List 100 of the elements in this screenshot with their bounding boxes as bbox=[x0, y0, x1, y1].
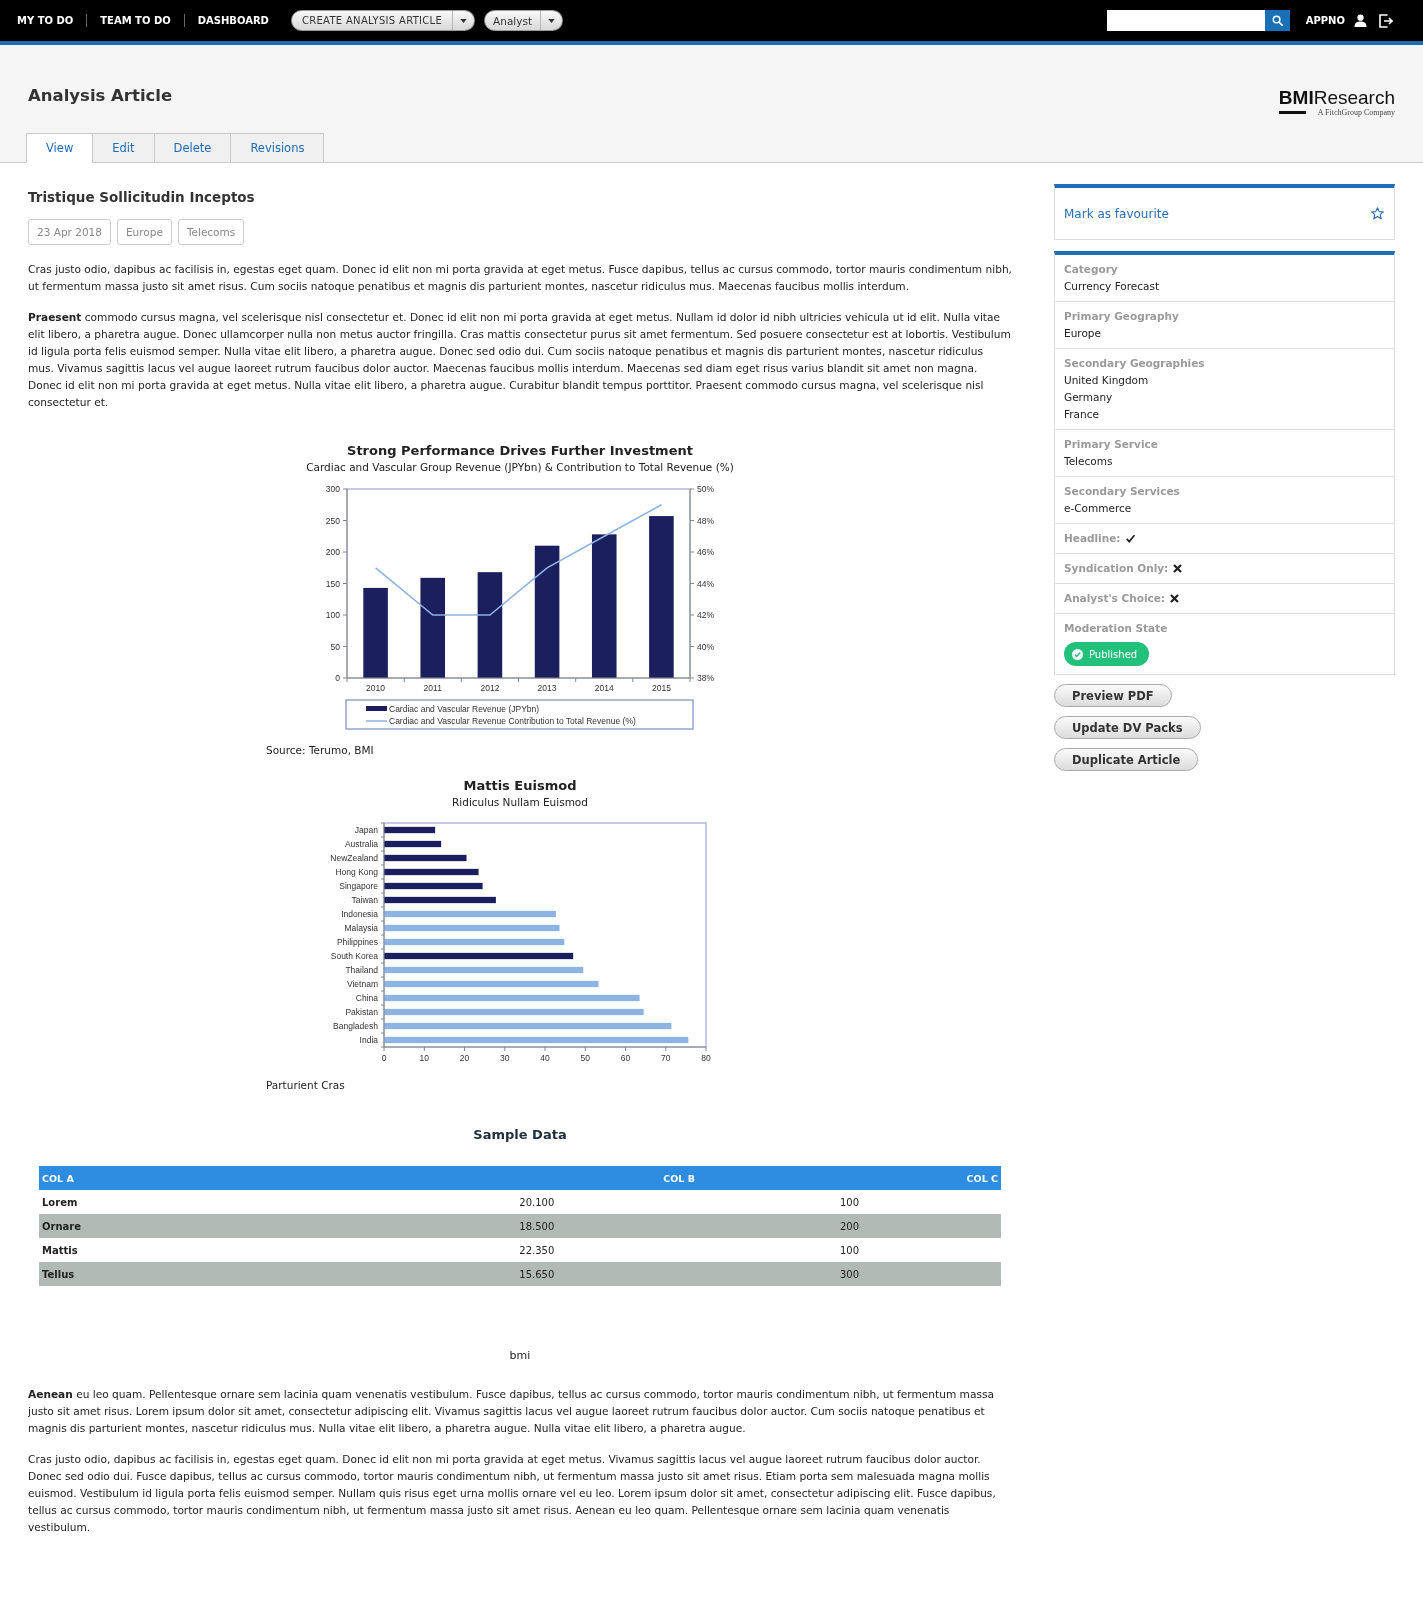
search-field[interactable] bbox=[1106, 10, 1265, 31]
tag: 23 Apr 2018 bbox=[28, 219, 111, 245]
axis-label: Philippines bbox=[336, 937, 378, 947]
axis-label: 2013 bbox=[537, 683, 557, 693]
nav-link[interactable]: DASHBOARD bbox=[184, 13, 282, 28]
axis-label: Pakistan bbox=[345, 1007, 378, 1017]
axis-label: 50% bbox=[697, 484, 714, 494]
nav-link[interactable]: MY TO DO bbox=[4, 13, 87, 28]
logo-tagline: A FitchGroup Company bbox=[1317, 107, 1395, 118]
axis-label: Australia bbox=[344, 839, 378, 849]
axis-label: 2015 bbox=[651, 683, 671, 693]
tab[interactable]: Edit bbox=[92, 133, 155, 163]
axis-label: NewZealand bbox=[330, 853, 378, 863]
table-cell: 100 bbox=[697, 1238, 1001, 1262]
detail-label: Headline: bbox=[1064, 531, 1121, 546]
column-header: COL B bbox=[375, 1166, 698, 1190]
axis-label: South Korea bbox=[330, 951, 378, 961]
legend-label: Cardiac and Vascular Revenue Contribution to Total Revenue (%) bbox=[389, 716, 636, 726]
axis-label: Taiwan bbox=[351, 895, 378, 905]
paragraph: Praesent commodo cursus magna, vel scelerisque nisl consectetur et. Donec id elit non mi porta gravida at eget metus. Nullam id dolor id nibh ultricies vehicula ut id elit. Nulla vitae elit libero, a pharetra augue. Donec ullamcorper nulla non metus auctor fringilla. Cras mattis consectetur purus sit amet fermentum. Sed posuere consectetur est at lobortis. Vestibulum id ligula porta felis euismod semper. Nulla vitae elit libero, a pharetra augue. Donec sed odio dui. Cum sociis natoque penatibus et magnis dis parturient montes, nascetur ridiculus mus. Vivamus sagittis lacus vel augue laoreet rutrum faucibus dolor auctor. Maecenas faucibus mollis interdum. Maecenas sed diam eget risus varius blandit sit amet non magna. Donec id elit non mi porta gravida at eget metus. Nulla vitae elit libero, a pharetra augue. Curabitur blandit tempus porttitor. Praesent commodo cursus magna, vel scelerisque nisl consectetur et. bbox=[28, 310, 1012, 410]
action-button[interactable]: Preview PDF bbox=[1054, 684, 1172, 707]
axis-label: 300 bbox=[325, 484, 340, 494]
tag: Europe bbox=[116, 219, 172, 245]
table-cell: Tellus bbox=[39, 1262, 376, 1286]
axis-label: 48% bbox=[697, 515, 714, 526]
nav-link[interactable]: TEAM TO DO bbox=[87, 13, 184, 28]
chart-title: Strong Performance Drives Further Investment bbox=[347, 442, 693, 459]
axis-label: China bbox=[355, 993, 378, 1003]
search-icon bbox=[1271, 15, 1283, 26]
table-cell: Mattis bbox=[39, 1238, 376, 1262]
role-button[interactable]: Analyst bbox=[484, 10, 542, 31]
table-cell: 15.650 bbox=[375, 1262, 698, 1286]
tab[interactable]: Revisions bbox=[230, 133, 325, 163]
paragraph: Cras justo odio, dapibus ac facilisis in, egestas eget quam. Donec id elit non mi porta gravida at eget metus. Vivamus sagittis lacus vel augue laoreet rutrum faucibus dolor auctor. Donec sed odio dui. Fusce dapibus, tellus ac cursus commodo, tortor mauris condimentum nibh, ut fermentum massa justo sit amet risus. Etiam porta sem malesuada magna mollis euismod. Vestibulum id ligula porta felis euismod semper. Nullam quis risus eget urna mollis ornare vel eu leo. Lorem ipsum dolor sit amet, consectetur adipiscing elit. Fusce dapibus, tellus ac cursus commodo, tortor mauris condimentum nibh, ut fermentum massa justo sit amet risus. Aenean eu leo quam. Pellentesque ornare sem lacinia quam venenatis vestibulum. bbox=[28, 1452, 997, 1535]
axis-label: 80 bbox=[701, 1053, 711, 1063]
axis-label: 60 bbox=[620, 1053, 631, 1063]
axis-label: Vietnam bbox=[346, 979, 378, 989]
table-cell: 20.100 bbox=[375, 1190, 698, 1214]
detail-label: Primary Geography bbox=[1064, 309, 1180, 324]
username: APPNO bbox=[1305, 15, 1345, 26]
table-cell: 18.500 bbox=[375, 1214, 698, 1238]
table-cell: Ornare bbox=[39, 1214, 376, 1238]
detail-label: Analyst's Choice: bbox=[1064, 591, 1166, 606]
column-header: COL C bbox=[697, 1166, 1001, 1190]
detail-value: France bbox=[1064, 407, 1100, 422]
axis-label: 200 bbox=[325, 547, 340, 557]
axis-label: 46% bbox=[697, 547, 714, 557]
detail-value: Currency Forecast bbox=[1064, 279, 1161, 294]
detail-value: United Kingdom bbox=[1064, 373, 1150, 388]
favourite-link[interactable]: Mark as favourite bbox=[1064, 206, 1169, 221]
paragraph: Cras justo odio, dapibus ac facilisis in, egestas eget quam. Donec id elit non mi porta gravida at eget metus. Fusce dapibus, tellus ac cursus commodo, tortor mauris condimentum nibh, ut fermentum massa justo sit amet risus. Cum sociis natoque penatibus et magnis dis parturient montes, nascetur ridiculus mus. Maecenas faucibus mollis interdum. bbox=[28, 262, 1012, 294]
axis-label: 250 bbox=[325, 515, 340, 526]
star-icon[interactable] bbox=[1371, 207, 1384, 220]
tag: Telecoms bbox=[177, 219, 245, 245]
search-button[interactable] bbox=[1264, 10, 1290, 31]
logout-icon[interactable] bbox=[1379, 13, 1393, 28]
table-caption: bmi bbox=[508, 1348, 532, 1364]
chart-subtitle: Ridiculus Nullam Euismod bbox=[452, 795, 588, 810]
status-text: Published bbox=[1089, 647, 1138, 662]
axis-label: 40% bbox=[697, 641, 714, 652]
action-button[interactable]: Update DV Packs bbox=[1054, 716, 1201, 739]
axis-label: 2012 bbox=[480, 683, 500, 693]
detail-label: Category bbox=[1064, 262, 1119, 277]
figure-caption: Parturient Cras bbox=[266, 1078, 346, 1093]
detail-label: Primary Service bbox=[1064, 437, 1159, 452]
detail-label: Secondary Services bbox=[1064, 484, 1181, 499]
axis-label: 0 bbox=[381, 1053, 387, 1063]
detail-label: Secondary Geographies bbox=[1064, 356, 1206, 371]
axis-label: Hong Kong bbox=[335, 867, 378, 877]
axis-label: 100 bbox=[325, 610, 340, 620]
create-article-button[interactable]: CREATE ANALYSIS ARTICLE bbox=[290, 10, 454, 31]
axis-label: 70 bbox=[661, 1053, 671, 1063]
tab[interactable]: Delete bbox=[153, 133, 232, 163]
detail-value: Germany bbox=[1064, 390, 1114, 405]
axis-label: 30 bbox=[500, 1053, 510, 1063]
tab[interactable]: View bbox=[26, 133, 94, 163]
table-cell: 22.350 bbox=[375, 1238, 698, 1262]
detail-value: e-Commerce bbox=[1064, 501, 1133, 516]
axis-label: Malaysia bbox=[344, 923, 378, 933]
legend-label: Cardiac and Vascular Revenue (JPYbn) bbox=[389, 704, 540, 714]
axis-label: 44% bbox=[697, 578, 714, 589]
table-cell: Lorem bbox=[39, 1190, 376, 1214]
detail-label: Moderation State bbox=[1064, 621, 1169, 636]
axis-label: 40 bbox=[540, 1053, 550, 1063]
dropdown-button[interactable] bbox=[452, 10, 476, 31]
axis-label: 42% bbox=[697, 610, 714, 620]
action-button[interactable]: Duplicate Article bbox=[1054, 748, 1199, 771]
axis-label: Indonesia bbox=[341, 909, 378, 919]
caret-icon bbox=[548, 18, 556, 23]
axis-label: 50 bbox=[580, 1053, 590, 1063]
dropdown-button[interactable] bbox=[540, 10, 564, 31]
table-cell: 200 bbox=[697, 1214, 1001, 1238]
axis-label: 0 bbox=[335, 673, 340, 683]
axis-label: Bangladesh bbox=[333, 1021, 378, 1031]
axis-label: 10 bbox=[419, 1053, 429, 1063]
user-icon[interactable] bbox=[1354, 14, 1367, 27]
axis-label: 2010 bbox=[366, 683, 386, 693]
axis-label: Thailand bbox=[345, 965, 378, 975]
axis-label: 20 bbox=[459, 1053, 470, 1063]
table-cell: 100 bbox=[697, 1190, 1001, 1214]
